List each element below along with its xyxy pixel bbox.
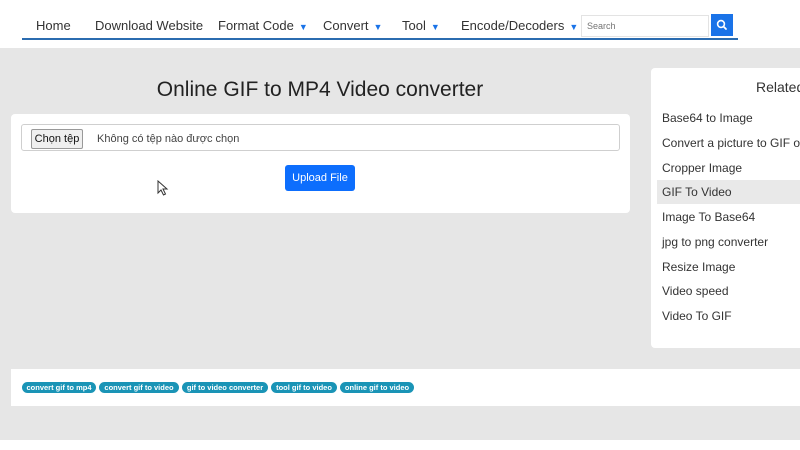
tag-tool-gif-to-video[interactable]: tool gif to video: [271, 382, 337, 393]
nav-convert[interactable]: Convert ▼: [323, 18, 382, 33]
related-sidebar: Related Base64 to Image Convert a pictur…: [651, 68, 800, 348]
tags-card: convert gif to mp4 convert gif to video …: [11, 369, 800, 406]
sidebar-item-convert-picture-to-gif[interactable]: Convert a picture to GIF online: [657, 131, 800, 155]
caret-down-icon: ▼: [430, 22, 440, 32]
nav-download-website[interactable]: Download Website: [95, 18, 203, 33]
nav-home[interactable]: Home: [36, 18, 71, 33]
nav-encode-decoders-label: Encode/Decoders: [461, 18, 565, 33]
tag-gif-to-video-converter[interactable]: gif to video converter: [182, 382, 268, 393]
upload-card: Chọn tệp Không có tệp nào được chọn Uplo…: [11, 114, 630, 213]
choose-file-button[interactable]: Chọn tệp: [31, 129, 83, 149]
search-button[interactable]: [711, 14, 733, 36]
sidebar-item-image-to-base64[interactable]: Image To Base64: [657, 205, 800, 229]
nav-convert-label: Convert: [323, 18, 369, 33]
file-input[interactable]: Chọn tệp Không có tệp nào được chọn: [21, 124, 620, 151]
caret-down-icon: ▼: [569, 22, 579, 32]
search-input[interactable]: [581, 15, 709, 37]
sidebar-item-resize-image[interactable]: Resize Image: [657, 255, 800, 279]
sidebar-item-gif-to-video[interactable]: GIF To Video: [657, 180, 800, 204]
nav-tool[interactable]: Tool ▼: [402, 18, 440, 33]
nav-tool-label: Tool: [402, 18, 426, 33]
sidebar-item-video-to-gif[interactable]: Video To GIF: [657, 304, 800, 328]
nav-format-code[interactable]: Format Code ▼: [218, 18, 308, 33]
sidebar-title: Related: [756, 79, 800, 95]
nav-encode-decoders[interactable]: Encode/Decoders ▼: [461, 18, 578, 33]
file-status-text: Không có tệp nào được chọn: [97, 133, 240, 145]
caret-down-icon: ▼: [298, 22, 308, 32]
tag-convert-gif-to-video[interactable]: convert gif to video: [99, 382, 179, 393]
sidebar-item-video-speed[interactable]: Video speed: [657, 279, 800, 303]
search-icon: [716, 19, 727, 30]
nav-format-code-label: Format Code: [218, 18, 294, 33]
sidebar-item-jpg-to-png[interactable]: jpg to png converter: [657, 230, 800, 254]
caret-down-icon: ▼: [373, 22, 383, 32]
tag-online-gif-to-video[interactable]: online gif to video: [340, 382, 414, 393]
footer: [0, 440, 800, 450]
mouse-cursor-icon: [157, 180, 169, 196]
page-title: Online GIF to MP4 Video converter: [156, 78, 484, 101]
sidebar-item-base64-to-image[interactable]: Base64 to Image: [657, 106, 800, 130]
tag-convert-gif-to-mp4[interactable]: convert gif to mp4: [22, 382, 96, 393]
sidebar-item-cropper-image[interactable]: Cropper Image: [657, 156, 800, 180]
upload-file-button[interactable]: Upload File: [285, 165, 355, 191]
top-navbar: Home Download Website Format Code ▼ Conve…: [0, 0, 800, 48]
